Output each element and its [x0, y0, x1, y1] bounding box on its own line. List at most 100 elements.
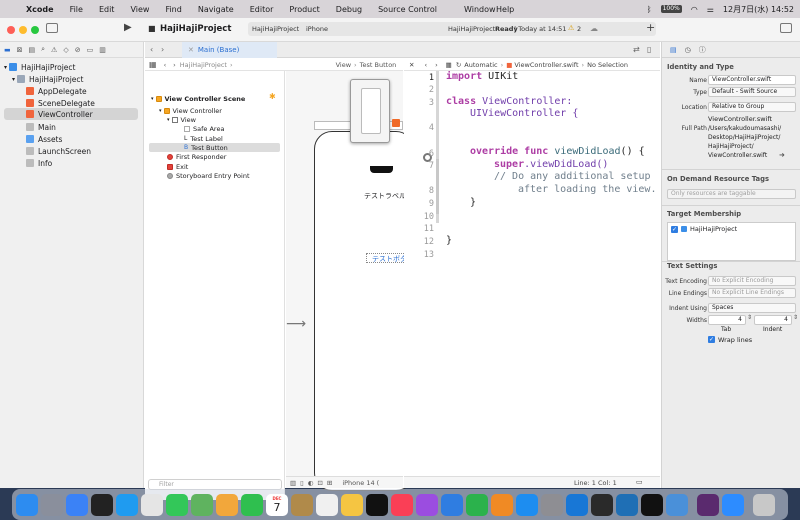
safari-app-icon[interactable]	[116, 493, 138, 516]
nav-row-info[interactable]: Info	[0, 157, 52, 169]
breadcrumb-selection[interactable]: No Selection	[587, 61, 628, 69]
code-editor[interactable]	[404, 71, 660, 476]
terminal-app-icon[interactable]	[91, 493, 113, 516]
warning-icon[interactable]: ⚠	[568, 24, 574, 32]
breadcrumb-project[interactable]: HajiHajiProject	[180, 61, 227, 69]
chrome-app-icon[interactable]	[141, 493, 163, 516]
numbers-app-icon[interactable]	[466, 493, 488, 516]
outline-first-responder[interactable]: First Responder	[167, 152, 226, 161]
breakpoint-icon[interactable]: ▭	[87, 46, 94, 54]
menu-source-control[interactable]: Source Control	[370, 5, 445, 14]
add-icon[interactable]: +	[646, 21, 655, 34]
orientation-icon[interactable]: ⊡	[317, 479, 322, 487]
tab-width-stepper-icon[interactable]: ⇕	[747, 314, 752, 321]
stop-button-icon[interactable]: ■	[148, 24, 156, 33]
vscode-app-icon[interactable]	[616, 493, 638, 516]
grid-icon[interactable]: ▦	[149, 60, 157, 69]
outline-entry-point[interactable]: Storyboard Entry Point	[167, 171, 250, 180]
run-button-icon[interactable]: ▶	[124, 22, 132, 33]
tab-width-field[interactable]: 4	[708, 315, 746, 325]
disclosure-icon[interactable]: ▾	[167, 117, 170, 123]
outline-exit[interactable]: Exit	[167, 162, 188, 171]
outline-scene[interactable]: ▾ View Controller Scene	[151, 94, 245, 103]
zoom-app-icon[interactable]	[722, 493, 744, 516]
mail-app-icon[interactable]	[66, 493, 88, 516]
menu-app-name[interactable]: Xcode	[18, 5, 62, 14]
nav-row-appdelegate[interactable]: AppDelegate	[0, 85, 87, 97]
reveal-in-finder-icon[interactable]: ➜	[779, 151, 785, 159]
type-select[interactable]: Default - Swift Source	[708, 87, 796, 97]
close-window-button[interactable]	[7, 26, 15, 34]
breadcrumb-test-button[interactable]: Test Button	[360, 61, 397, 69]
finder-app-icon[interactable]	[16, 493, 38, 516]
reminders-app-icon[interactable]	[316, 493, 338, 516]
inspector-toggle-icon[interactable]	[780, 23, 792, 33]
nav-row-project[interactable]: ▾ HajiHajiProject	[0, 61, 75, 73]
name-field[interactable]: ViewController.swift	[708, 75, 796, 85]
pages-app-icon[interactable]	[491, 493, 513, 516]
menu-debug[interactable]: Debug	[328, 5, 370, 14]
minimize-window-button[interactable]	[19, 26, 27, 34]
menu-editor[interactable]: Editor	[242, 5, 282, 14]
messages-app-icon[interactable]	[166, 493, 188, 516]
control-center-icon[interactable]: ⚌	[707, 5, 714, 14]
breadcrumb-file[interactable]: ViewController.swift	[514, 61, 578, 69]
settings-app-icon[interactable]	[541, 493, 563, 516]
forward-icon[interactable]: ›	[173, 61, 176, 69]
tab-main-storyboard[interactable]: ✕ Main (Base)	[182, 42, 277, 58]
quick-help-icon[interactable]: ⓘ	[699, 45, 706, 55]
outline-view[interactable]: ▾ View	[167, 115, 196, 124]
zoom-window-button[interactable]	[31, 26, 39, 34]
source-control-icon[interactable]: ⊠	[17, 46, 23, 54]
menu-help[interactable]: Help	[488, 5, 522, 14]
iphone-frame[interactable]	[314, 131, 414, 491]
line-endings-select[interactable]: No Explicit Line Endings	[708, 288, 796, 298]
notes-app-icon[interactable]	[291, 493, 313, 516]
library-popup[interactable]	[350, 79, 390, 143]
disclosure-icon[interactable]: ▾	[151, 96, 154, 102]
launchpad-app-icon[interactable]	[41, 493, 63, 516]
nav-row-viewcontroller[interactable]: ViewController	[4, 108, 138, 120]
wifi-icon[interactable]: ◠	[691, 5, 698, 14]
back-icon[interactable]: ‹	[164, 61, 167, 69]
keynote2-app-icon[interactable]	[441, 493, 463, 516]
file-inspector-icon[interactable]: ▤	[670, 46, 677, 54]
disclosure-icon[interactable]: ▾	[159, 108, 162, 114]
trash-app-icon[interactable]	[753, 493, 775, 516]
menu-file[interactable]: File	[62, 5, 91, 14]
menu-product[interactable]: Product	[281, 5, 327, 14]
encoding-select[interactable]: No Explicit Encoding	[708, 276, 796, 286]
nav-row-launchscreen[interactable]: LaunchScreen	[0, 145, 91, 157]
nav-row-assets[interactable]: Assets	[0, 133, 62, 145]
disclosure-icon[interactable]: ▾	[4, 64, 7, 71]
code-review-icon[interactable]: ⇄	[633, 45, 640, 54]
warning-count[interactable]: 2	[577, 25, 581, 33]
back-icon[interactable]: ‹	[424, 61, 427, 69]
report-icon[interactable]: ▥	[99, 46, 106, 54]
calendar-app-icon[interactable]: DEC 7	[266, 493, 288, 516]
appstore-app-icon[interactable]	[516, 493, 538, 516]
layout-icon[interactable]: ⊞	[327, 479, 332, 487]
facetime-app-icon[interactable]	[241, 493, 263, 516]
forward-icon[interactable]: ›	[161, 45, 164, 54]
split-editor-icon[interactable]: ▯	[647, 45, 651, 54]
nav-row-main[interactable]: Main	[0, 121, 56, 133]
scene-dock-icon[interactable]	[392, 119, 400, 127]
history-icon[interactable]: ◷	[685, 46, 691, 54]
symbol-icon[interactable]: ▤	[29, 46, 36, 54]
forward-icon[interactable]: ›	[435, 61, 438, 69]
outline-test-label[interactable]: L Test Label	[184, 134, 223, 143]
wrap-lines-checkbox[interactable]: ✓	[708, 336, 715, 343]
downloads-app-icon[interactable]	[666, 493, 688, 516]
device-config[interactable]: iPhone 14 (	[342, 479, 379, 487]
outline-view-controller[interactable]: ▾ View Controller	[159, 106, 222, 115]
close-editor-icon[interactable]: ✕	[409, 61, 414, 69]
close-tab-icon[interactable]: ✕	[188, 46, 194, 54]
xcode-app-icon[interactable]	[566, 493, 588, 516]
sidebar-toggle-icon[interactable]	[46, 23, 58, 33]
menu-find[interactable]: Find	[157, 5, 189, 14]
slack-app-icon[interactable]	[697, 493, 719, 516]
appearance-icon[interactable]: ▯	[300, 479, 304, 487]
breadcrumb-view[interactable]: View	[336, 61, 351, 69]
device-selector[interactable]: iPhone	[306, 25, 328, 33]
